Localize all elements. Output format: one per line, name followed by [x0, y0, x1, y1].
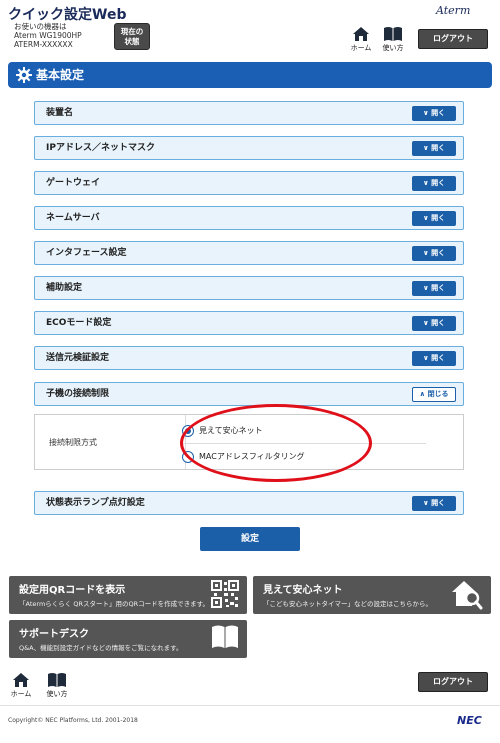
tile-description: 「こども安心ネットタイマー」などの設定はこちらから。 — [263, 600, 432, 608]
status-button-line2: 状態 — [124, 37, 140, 46]
tile-title: サポートデスク — [19, 629, 89, 640]
row-label: ネームサーバ — [46, 213, 100, 223]
row-status-lamp[interactable]: 状態表示ランプ点灯設定 ∨ 開く — [34, 491, 464, 515]
open-button[interactable]: ∨ 開く — [412, 246, 456, 261]
device-id: ATERM-XXXXXX — [14, 40, 73, 49]
row-label: IPアドレス／ネットマスク — [46, 143, 155, 153]
open-button[interactable]: ∨ 開く — [412, 211, 456, 226]
howto-label: 使い方 — [382, 44, 404, 52]
home-search-icon — [452, 581, 483, 610]
tile-title: 見えて安心ネット — [263, 585, 343, 596]
status-button-line1: 現在の — [120, 27, 144, 36]
footer-logout-button[interactable]: ログアウト — [418, 672, 488, 692]
open-button[interactable]: ∨ 開く — [412, 316, 456, 331]
chevron-down-icon: ∨ — [422, 284, 432, 292]
row-label: インタフェース設定 — [46, 248, 127, 258]
row-interface[interactable]: インタフェース設定 ∨ 開く — [34, 241, 464, 265]
book-icon — [48, 673, 66, 687]
open-button-label: 開く — [431, 214, 446, 222]
qr-code-tile[interactable]: 設定用QRコードを表示 「Atermらくらく QRスタート」用のQRコードを作成… — [9, 576, 247, 614]
open-button[interactable]: ∨ 開く — [412, 496, 456, 511]
open-button-label: 開く — [431, 284, 446, 292]
open-button[interactable]: ∨ 開く — [412, 176, 456, 191]
footer-divider — [0, 705, 500, 706]
chevron-down-icon: ∨ — [422, 109, 432, 117]
brand-logo: Aterm — [436, 4, 471, 17]
row-ip-netmask[interactable]: IPアドレス／ネットマスク ∨ 開く — [34, 136, 464, 160]
open-button-label: 開く — [431, 249, 446, 257]
row-label: 装置名 — [46, 108, 74, 118]
open-button[interactable]: ∨ 開く — [412, 351, 456, 366]
connection-method-label: 接続制限方式 — [49, 438, 97, 447]
row-label: 送信元検証設定 — [46, 353, 110, 363]
section-title: 基本設定 — [36, 68, 85, 82]
chevron-down-icon: ∨ — [422, 354, 432, 362]
tile-description: 「Atermらくらく QRスタート」用のQRコードを作成できます。 — [19, 600, 209, 608]
tile-description: Q&A、機能別設定ガイドなどの情報をご覧になれます。 — [19, 644, 183, 652]
row-source-validation[interactable]: 送信元検証設定 ∨ 開く — [34, 346, 464, 370]
device-info-line: お使いの機器は — [14, 22, 67, 31]
row-client-connection-limit[interactable]: 子機の接続制限 ∧ 閉じる — [34, 382, 464, 406]
qr-code-icon — [211, 580, 239, 608]
current-status-button[interactable]: 現在の 状態 — [114, 23, 150, 50]
open-button[interactable]: ∨ 開く — [412, 106, 456, 121]
row-auxiliary[interactable]: 補助設定 ∨ 開く — [34, 276, 464, 300]
chevron-up-icon: ∧ — [419, 390, 428, 398]
close-button[interactable]: ∧ 閉じる — [412, 387, 456, 402]
app-title: クイック設定Web — [8, 7, 127, 23]
open-button-label: 開く — [431, 319, 446, 327]
row-eco-mode[interactable]: ECOモード設定 ∨ 開く — [34, 311, 464, 335]
mieru-anshin-tile[interactable]: 見えて安心ネット 「こども安心ネットタイマー」などの設定はこちらから。 — [253, 576, 491, 614]
header-howto-link[interactable]: 使い方 — [378, 26, 408, 53]
chevron-down-icon: ∨ — [422, 249, 432, 257]
row-label: ECOモード設定 — [46, 318, 112, 328]
header: クイック設定Web お使いの機器は Aterm WG1900HP ATERM-X… — [0, 0, 500, 56]
row-name-server[interactable]: ネームサーバ ∨ 開く — [34, 206, 464, 230]
home-icon — [13, 673, 29, 687]
footer-howto-link[interactable]: 使い方 — [42, 672, 72, 699]
row-label: ゲートウェイ — [46, 178, 101, 188]
chevron-down-icon: ∨ — [422, 499, 432, 507]
footer-home-link[interactable]: ホーム — [6, 672, 36, 699]
howto-label: 使い方 — [46, 690, 68, 698]
support-desk-tile[interactable]: サポートデスク Q&A、機能別設定ガイドなどの情報をご覧になれます。 — [9, 620, 247, 658]
highlight-ellipse — [180, 404, 372, 482]
open-button-label: 開く — [431, 144, 446, 152]
book-icon — [384, 27, 402, 41]
open-button[interactable]: ∨ 開く — [412, 281, 456, 296]
nec-logo: NEC — [457, 714, 482, 727]
open-button-label: 開く — [431, 109, 446, 117]
row-label: 子機の接続制限 — [46, 389, 110, 399]
open-button-label: 開く — [431, 499, 446, 507]
gear-icon — [16, 67, 32, 83]
device-info: お使いの機器は Aterm WG1900HP ATERM-XXXXXX — [14, 22, 82, 49]
device-model: Aterm WG1900HP — [14, 31, 82, 40]
chevron-down-icon: ∨ — [422, 319, 432, 327]
copyright: Copyright© NEC Platforms, Ltd. 2001-2018 — [8, 717, 138, 724]
home-label: ホーム — [350, 44, 372, 52]
chevron-down-icon: ∨ — [422, 179, 432, 187]
chevron-down-icon: ∨ — [422, 144, 432, 152]
row-label: 状態表示ランプ点灯設定 — [46, 498, 145, 508]
home-icon — [353, 27, 369, 41]
set-button[interactable]: 設定 — [200, 527, 300, 551]
section-title-bar: 基本設定 — [8, 62, 492, 88]
open-button-label: 開く — [431, 179, 446, 187]
open-button-label: 開く — [431, 354, 446, 362]
row-label: 補助設定 — [46, 283, 83, 293]
header-logout-button[interactable]: ログアウト — [418, 29, 488, 49]
row-device-name[interactable]: 装置名 ∨ 開く — [34, 101, 464, 125]
row-gateway[interactable]: ゲートウェイ ∨ 開く — [34, 171, 464, 195]
chevron-down-icon: ∨ — [422, 214, 432, 222]
close-button-label: 閉じる — [427, 390, 449, 398]
home-label: ホーム — [10, 690, 32, 698]
book-icon — [212, 625, 238, 648]
header-home-link[interactable]: ホーム — [346, 26, 376, 53]
tile-title: 設定用QRコードを表示 — [19, 585, 126, 596]
open-button[interactable]: ∨ 開く — [412, 141, 456, 156]
